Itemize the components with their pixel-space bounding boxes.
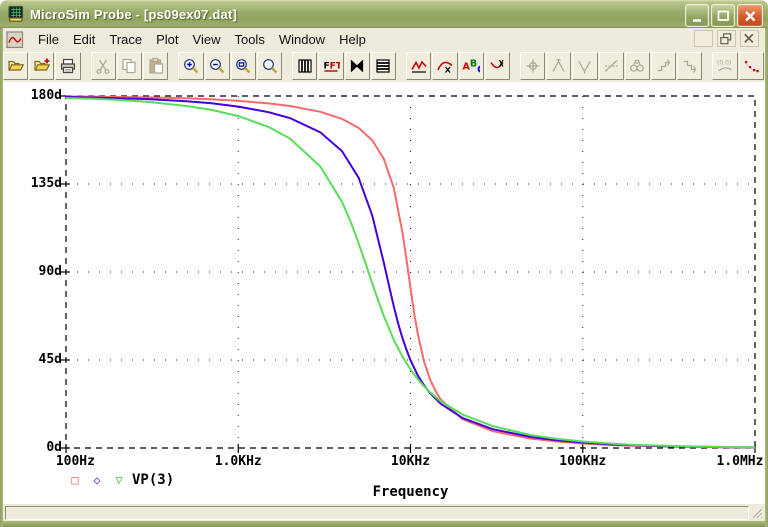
plot-client-area[interactable]: 0d 45d 90d 135d 180d 100Hz 1.0KHz 10KHz 100KHz 1… bbox=[0, 82, 768, 504]
window-frame-bottom bbox=[0, 521, 768, 527]
app-icon bbox=[7, 5, 25, 23]
step2-icon bbox=[681, 57, 699, 75]
slope-icon bbox=[602, 57, 620, 75]
x-tick-label: 100Hz bbox=[55, 454, 95, 469]
menu-bar: FileEditTracePlotViewToolsWindowHelp und… bbox=[3, 28, 765, 51]
cursor-slope-button bbox=[598, 52, 624, 80]
copy-icon bbox=[120, 57, 138, 75]
folder-icon bbox=[7, 57, 25, 75]
append-file-button[interactable] bbox=[29, 52, 55, 80]
svg-text:(0,0): (0,0) bbox=[717, 60, 731, 67]
cursor-transition-button bbox=[677, 52, 703, 80]
scissors-icon bbox=[94, 57, 112, 75]
maximize-button[interactable] bbox=[711, 4, 735, 27]
cut-button bbox=[90, 52, 116, 80]
menu-edit[interactable]: Edit bbox=[66, 30, 102, 49]
chart-canvas[interactable] bbox=[0, 82, 768, 504]
menu-items: File Edit Trace Plot View Tools Window Help bbox=[31, 30, 373, 49]
y-tick-label: 45d bbox=[38, 352, 62, 367]
x-tick-label: 1.0KHz bbox=[214, 454, 262, 469]
log-y-axis-button[interactable] bbox=[370, 52, 397, 80]
x-tick-label: 10KHz bbox=[390, 454, 431, 469]
menu-view[interactable]: View bbox=[186, 30, 228, 49]
reddots-icon bbox=[742, 57, 760, 75]
paste-icon bbox=[147, 57, 165, 75]
menu-file[interactable]: File bbox=[31, 30, 66, 49]
child-minimize-button[interactable]: undefined bbox=[694, 30, 713, 47]
status-message bbox=[5, 506, 749, 520]
y-tick-label: 135d bbox=[30, 176, 62, 191]
close-button[interactable] bbox=[737, 4, 763, 27]
bowtie-icon bbox=[348, 57, 366, 75]
svg-text:FFT: FFT bbox=[324, 62, 341, 72]
mag-plus-icon bbox=[182, 57, 200, 75]
folder-plus-icon bbox=[33, 57, 51, 75]
cursor-toggle-button bbox=[519, 52, 546, 80]
vbars-icon bbox=[296, 57, 314, 75]
cursor-icon bbox=[524, 57, 542, 75]
x-tick-label: 1.0MHz bbox=[716, 454, 764, 469]
eval-goal-function-button[interactable] bbox=[432, 52, 458, 80]
menu-plot[interactable]: Plot bbox=[149, 30, 185, 49]
y-tick-label: 180d bbox=[30, 88, 62, 103]
title-bar[interactable]: MicroSim Probe - [ps09ex07.dat] bbox=[0, 0, 768, 28]
resize-grip[interactable] bbox=[751, 507, 763, 519]
status-bar bbox=[3, 504, 765, 521]
cursor-peak-button bbox=[546, 52, 572, 80]
cursor-next-button bbox=[651, 52, 677, 80]
open-file-button[interactable] bbox=[3, 52, 29, 80]
abc-icon: ABC bbox=[462, 57, 481, 76]
probe-window: MicroSim Probe - [ps09ex07.dat] File Edit… bbox=[0, 0, 768, 527]
menu-help[interactable]: Help bbox=[332, 30, 373, 49]
zoom-out-button[interactable] bbox=[204, 52, 230, 80]
step1-icon bbox=[655, 57, 673, 75]
point00-icon: (0,0) bbox=[716, 57, 734, 75]
mag-icon bbox=[261, 57, 279, 75]
x-axis-title: Frequency bbox=[372, 484, 449, 500]
svg-text:ABC: ABC bbox=[463, 59, 481, 76]
printer-icon bbox=[59, 57, 77, 75]
mag-rect-icon bbox=[234, 57, 252, 75]
mark-data-points-button[interactable] bbox=[738, 52, 764, 80]
goal-icon bbox=[436, 57, 454, 75]
menu-tools[interactable]: Tools bbox=[227, 30, 271, 49]
y-tick-label: 0d bbox=[46, 440, 62, 455]
window-title: MicroSim Probe - [ps09ex07.dat] bbox=[30, 6, 238, 22]
child-close-button[interactable] bbox=[740, 30, 759, 47]
window-controls bbox=[685, 4, 763, 27]
child-window-icon[interactable] bbox=[6, 30, 24, 48]
wave-icon bbox=[410, 57, 428, 75]
zoom-in-button[interactable] bbox=[178, 52, 204, 80]
zoom-fit-button[interactable] bbox=[256, 52, 283, 80]
x-tick-label: 100KHz bbox=[559, 454, 607, 469]
insert-marker-button[interactable] bbox=[484, 52, 510, 80]
performance-analysis-button[interactable] bbox=[344, 52, 370, 80]
peak-icon bbox=[550, 57, 568, 75]
toolbar: FFT ABC (0,0) bbox=[3, 50, 765, 83]
paste-button bbox=[143, 52, 169, 80]
child-restore-button[interactable] bbox=[717, 30, 736, 47]
trough-icon bbox=[576, 57, 594, 75]
hbars-icon bbox=[374, 57, 392, 75]
zoom-area-button[interactable] bbox=[230, 52, 256, 80]
cursor-trough-button bbox=[572, 52, 598, 80]
child-window-controls: undefined bbox=[694, 30, 759, 47]
menu-trace[interactable]: Trace bbox=[102, 30, 149, 49]
mag-minus-icon bbox=[208, 57, 226, 75]
fft-icon: FFT bbox=[322, 57, 340, 75]
log-x-axis-button[interactable] bbox=[292, 52, 318, 80]
text-label-button[interactable]: ABC bbox=[458, 52, 484, 80]
cursor-search-button bbox=[624, 52, 651, 80]
minimize-button[interactable] bbox=[685, 4, 709, 27]
y-tick-label: 90d bbox=[38, 264, 62, 279]
print-button[interactable] bbox=[55, 52, 81, 80]
window-frame-left bbox=[0, 28, 3, 527]
copy-button bbox=[116, 52, 143, 80]
add-trace-button[interactable] bbox=[406, 52, 432, 80]
smile-icon bbox=[488, 57, 506, 75]
menu-window[interactable]: Window bbox=[272, 30, 332, 49]
fourier-button[interactable]: FFT bbox=[318, 52, 344, 80]
binoculars-icon bbox=[628, 57, 646, 75]
mark-point-button: (0,0) bbox=[712, 52, 738, 80]
